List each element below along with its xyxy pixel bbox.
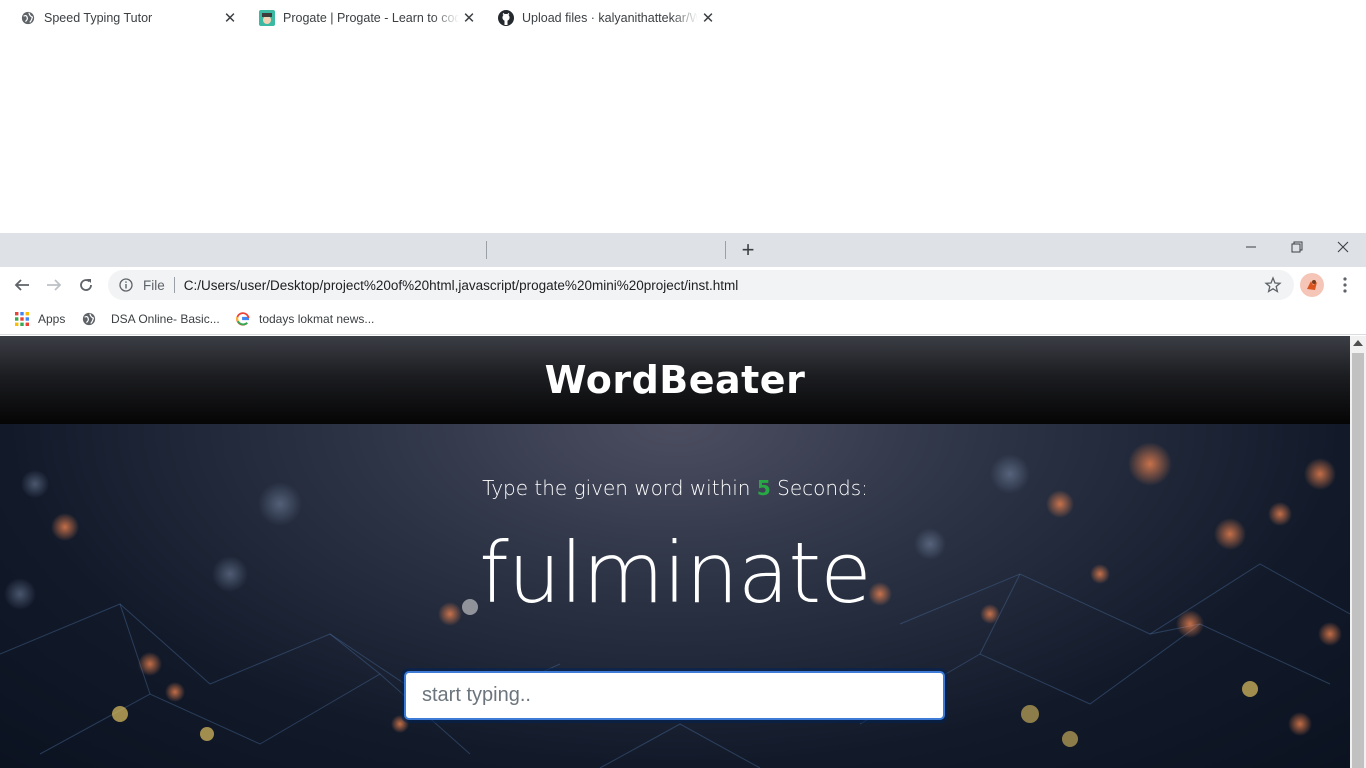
seconds-value: 5 xyxy=(756,476,771,500)
address-bar[interactable]: File C:/Users/user/Desktop/project%20of%… xyxy=(108,270,1294,300)
restore-icon xyxy=(1291,241,1303,253)
github-icon xyxy=(498,10,514,26)
url-text[interactable]: C:/Users/user/Desktop/project%20of%20htm… xyxy=(184,278,739,293)
blank-area xyxy=(0,0,1366,233)
bookmarks-bar: Apps DSA Online- Basic... todays lokmat … xyxy=(0,303,1366,335)
tab-separator xyxy=(725,241,726,259)
scroll-up-arrow-icon[interactable] xyxy=(1353,340,1363,346)
globe-icon xyxy=(20,10,36,26)
browser-menu-button[interactable] xyxy=(1336,273,1354,297)
arrow-right-icon xyxy=(47,279,62,291)
restore-button[interactable] xyxy=(1274,233,1320,261)
bookmark-lokmat-news[interactable]: todays lokmat news... xyxy=(235,309,374,329)
page-scrollbar[interactable] xyxy=(1350,336,1366,768)
avatar-icon xyxy=(1307,280,1317,290)
info-icon[interactable] xyxy=(118,277,134,293)
arrow-left-icon xyxy=(14,279,29,291)
tab-title: Upload files · kalyanithattekar/Wo xyxy=(522,11,698,25)
back-button[interactable] xyxy=(10,273,34,297)
tab-progate[interactable]: Progate | Progate - Learn to code ✕ xyxy=(247,2,485,34)
bookmark-label: todays lokmat news... xyxy=(259,312,375,326)
apps-grid-icon xyxy=(14,311,30,327)
tab-speed-typing-tutor[interactable]: Speed Typing Tutor ✕ xyxy=(8,2,246,34)
current-word: fulminate xyxy=(479,524,872,622)
tab-strip xyxy=(0,233,1366,267)
bookmark-apps[interactable]: Apps xyxy=(14,309,65,329)
close-window-button[interactable] xyxy=(1320,233,1366,261)
close-icon[interactable]: ✕ xyxy=(459,8,479,28)
tab-github-upload[interactable]: Upload files · kalyanithattekar/Wo ✕ xyxy=(486,2,724,34)
scrollbar-thumb[interactable] xyxy=(1352,353,1364,768)
minimize-button[interactable] xyxy=(1228,233,1274,261)
close-icon xyxy=(1337,241,1349,253)
tab-title: Progate | Progate - Learn to code xyxy=(283,11,459,25)
more-vert-icon xyxy=(1343,277,1347,293)
site-navbar: WordBeater xyxy=(0,336,1350,424)
new-tab-button[interactable]: + xyxy=(736,237,760,262)
reload-icon xyxy=(80,279,92,291)
bookmark-label: DSA Online- Basic... xyxy=(111,312,220,326)
tab-separator xyxy=(486,241,487,259)
bookmark-dsa-online[interactable]: DSA Online- Basic... xyxy=(81,309,220,329)
instruction-suffix: Seconds: xyxy=(777,476,868,500)
close-icon[interactable]: ✕ xyxy=(698,8,718,28)
page-viewport: WordBeater Type the given word within 5 … xyxy=(0,336,1350,768)
instruction-text: Type the given word within 5 Seconds: xyxy=(0,476,1350,500)
divider xyxy=(173,277,175,293)
reload-button[interactable] xyxy=(74,273,98,297)
globe-icon xyxy=(81,311,97,327)
scheme-label: File xyxy=(143,277,165,293)
forward-button[interactable] xyxy=(42,273,66,297)
game-section: Type the given word within 5 Seconds: fu… xyxy=(0,424,1350,768)
tab-title: Speed Typing Tutor xyxy=(44,11,153,25)
word-input[interactable] xyxy=(404,671,945,720)
google-icon xyxy=(235,311,251,327)
minimize-icon xyxy=(1246,246,1256,248)
close-icon[interactable]: ✕ xyxy=(220,8,240,28)
instruction-prefix: Type the given word within xyxy=(482,476,751,500)
progate-icon xyxy=(259,10,275,26)
bookmark-label: Apps xyxy=(38,312,66,326)
brand-title: WordBeater xyxy=(544,358,806,402)
browser-toolbar: File C:/Users/user/Desktop/project%20of%… xyxy=(0,267,1366,303)
profile-avatar[interactable] xyxy=(1300,273,1324,297)
bookmark-star-icon[interactable] xyxy=(1264,276,1282,294)
